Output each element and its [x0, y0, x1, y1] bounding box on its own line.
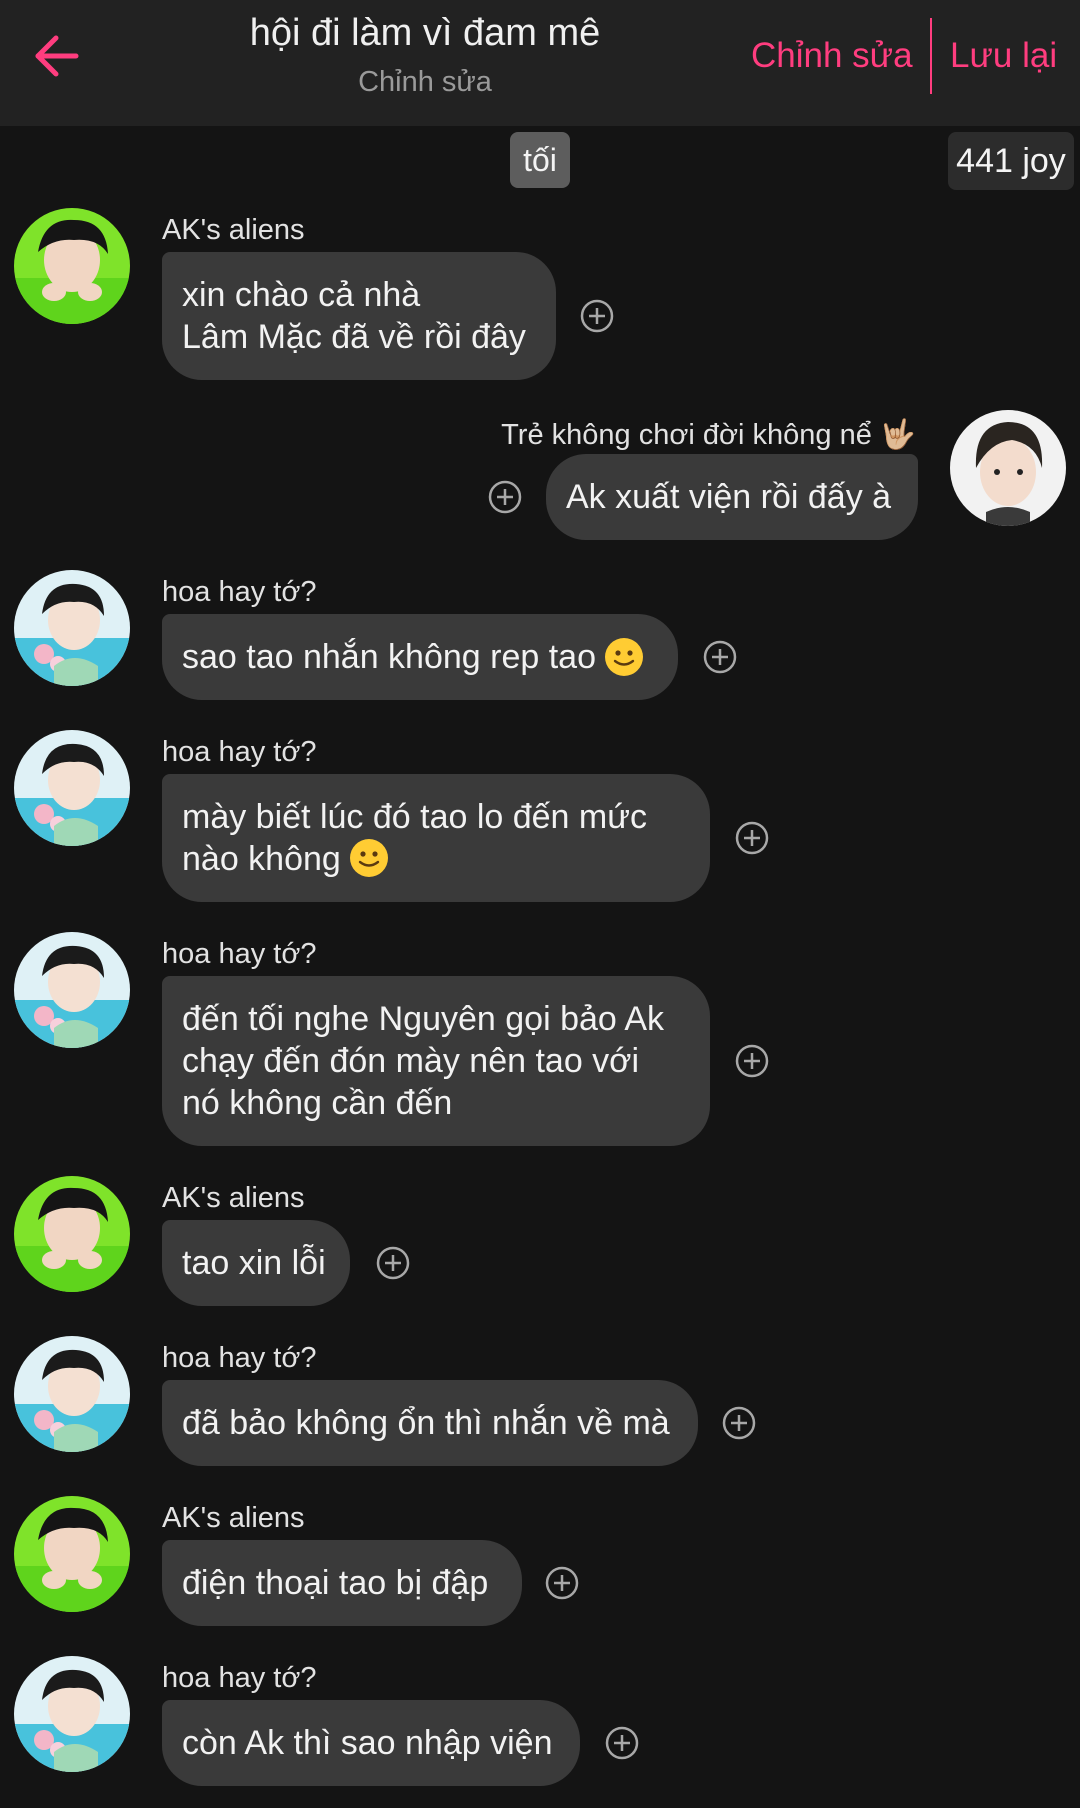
avatar[interactable]: [14, 932, 130, 1048]
sender-name: hoa hay tớ?: [162, 1662, 317, 1694]
edit-button[interactable]: Chỉnh sửa: [751, 36, 913, 76]
sender-name: hoa hay tớ?: [162, 576, 317, 608]
message-bubble[interactable]: xin chào cả nhà Lâm Mặc đã về rồi đây: [162, 252, 556, 380]
sender-name: AK's aliens: [162, 214, 305, 246]
avatar[interactable]: [950, 410, 1066, 526]
joy-count-badge: 441 joy: [948, 132, 1074, 190]
sender-name: AK's aliens: [162, 1182, 305, 1214]
message-bubble[interactable]: đã bảo không ổn thì nhắn về mà: [162, 1380, 698, 1466]
message-text: Ak xuất viện rồi đấy à: [566, 478, 892, 516]
sender-name: hoa hay tớ?: [162, 938, 317, 970]
sender-name: hoa hay tớ?: [162, 736, 317, 768]
add-reaction-icon[interactable]: [488, 480, 522, 514]
message-bubble[interactable]: sao tao nhắn không rep tao: [162, 614, 678, 700]
message-text: điện thoại tao bị đập: [182, 1564, 489, 1602]
message-text: đã bảo không ổn thì nhắn về mà: [182, 1404, 670, 1442]
avatar[interactable]: [14, 1496, 130, 1612]
add-reaction-icon[interactable]: [722, 1406, 756, 1440]
message-bubble[interactable]: điện thoại tao bị đập: [162, 1540, 522, 1626]
add-reaction-icon[interactable]: [580, 299, 614, 333]
message-text: sao tao nhắn không rep tao: [182, 638, 596, 676]
avatar[interactable]: [14, 1336, 130, 1452]
header-divider: [930, 18, 932, 94]
message-bubble[interactable]: mày biết lúc đó tao lo đến mức nào không: [162, 774, 710, 902]
slight-smile-emoji-icon: [348, 838, 389, 878]
add-reaction-icon[interactable]: [735, 1044, 769, 1078]
message-bubble[interactable]: còn Ak thì sao nhập viện: [162, 1700, 580, 1786]
message-bubble[interactable]: đến tối nghe Nguyên gọi bảo Ak chạy đến …: [162, 976, 710, 1146]
avatar[interactable]: [14, 208, 130, 324]
add-reaction-icon[interactable]: [703, 640, 737, 674]
back-arrow-icon[interactable]: [30, 30, 90, 82]
add-reaction-icon[interactable]: [735, 821, 769, 855]
sender-name: Trẻ không chơi đời không nể 🤟🏼: [501, 419, 916, 451]
message-text: đến tối nghe Nguyên gọi bảo Ak chạy đến …: [182, 1000, 665, 1122]
slight-smile-emoji-icon: [604, 637, 644, 677]
avatar[interactable]: [14, 730, 130, 846]
add-reaction-icon[interactable]: [376, 1246, 410, 1280]
message-text: tao xin lỗi: [182, 1244, 326, 1282]
save-button[interactable]: Lưu lại: [950, 36, 1057, 76]
sender-name: hoa hay tớ?: [162, 1342, 317, 1374]
message-bubble[interactable]: tao xin lỗi: [162, 1220, 350, 1306]
sender-name: AK's aliens: [162, 1502, 305, 1534]
avatar[interactable]: [14, 1176, 130, 1292]
add-reaction-icon[interactable]: [605, 1726, 639, 1760]
add-reaction-icon[interactable]: [545, 1566, 579, 1600]
chat-title: hội đi làm vì đam mê: [249, 12, 601, 54]
message-text: còn Ak thì sao nhập viện: [182, 1724, 553, 1762]
avatar[interactable]: [14, 1656, 130, 1772]
avatar[interactable]: [14, 570, 130, 686]
message-bubble[interactable]: Ak xuất viện rồi đấy à: [546, 454, 918, 540]
message-text: xin chào cả nhà Lâm Mặc đã về rồi đây: [182, 276, 526, 356]
message-text: mày biết lúc đó tao lo đến mức nào không: [182, 798, 647, 878]
chat-subtitle: Chỉnh sửa: [358, 66, 492, 98]
time-chip: tối: [510, 132, 570, 188]
chat-header: hội đi làm vì đam mê Chỉnh sửa Chỉnh sửa…: [0, 0, 1080, 126]
